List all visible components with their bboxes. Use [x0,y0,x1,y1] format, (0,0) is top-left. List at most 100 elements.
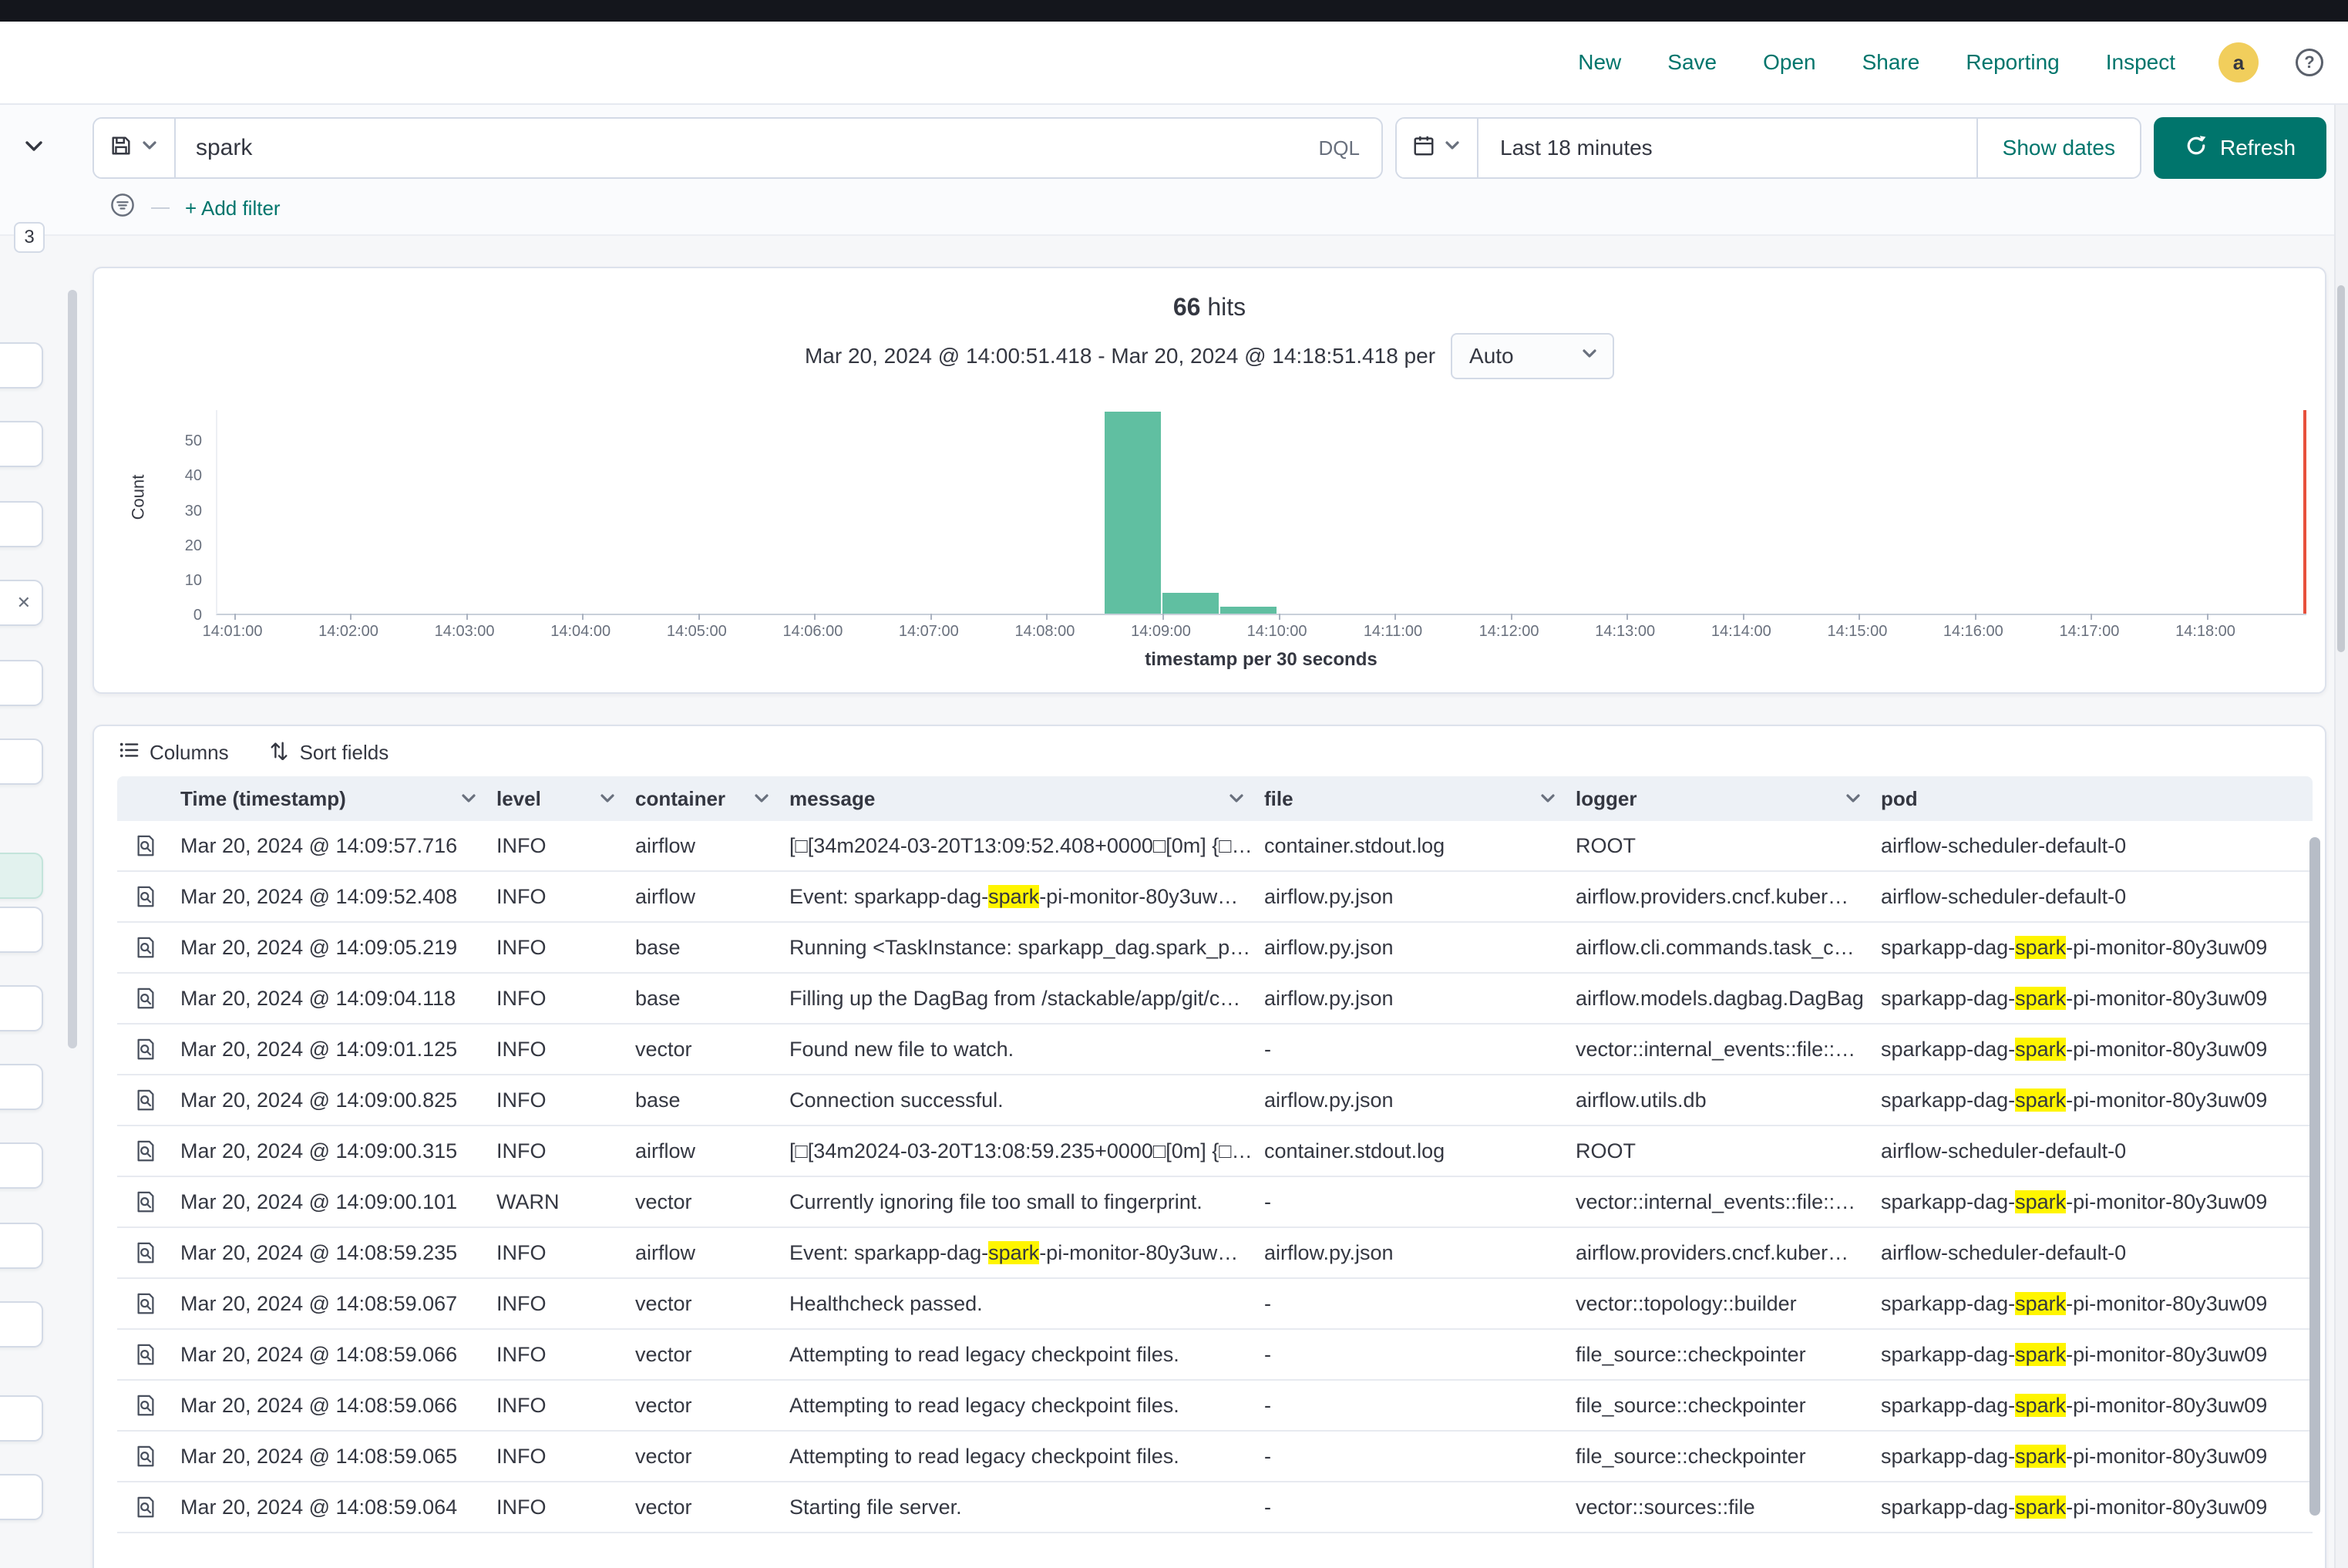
cell-time: Mar 20, 2024 @ 14:09:04.118 [174,987,490,1011]
filter-icon[interactable] [109,192,136,224]
y-axis-ticks: 01020304050 [94,410,216,615]
sort-fields-button[interactable]: Sort fields [269,740,389,765]
sidebar-scrollbar[interactable] [68,290,77,1048]
date-picker-button[interactable] [1397,119,1478,177]
field-item-peek[interactable] [0,1064,43,1110]
collapse-sidebar-button[interactable] [17,130,51,163]
inspect-document-button[interactable] [131,984,160,1013]
time-range-label[interactable]: Last 18 minutes [1478,119,1976,177]
nav-save[interactable]: Save [1667,50,1717,75]
cell-time: Mar 20, 2024 @ 14:09:52.408 [174,885,490,909]
cell-time: Mar 20, 2024 @ 14:08:59.067 [174,1292,490,1316]
column-header-time-timestamp[interactable]: Time (timestamp) [174,787,490,811]
histogram-bar[interactable] [1162,593,1219,614]
field-item-peek[interactable] [0,739,43,785]
cell-pod: sparkapp-dag-spark-pi-monitor-80y3uw09 [1875,1190,2313,1214]
log-table-body: Mar 20, 2024 @ 14:09:57.716INFOairflow[□… [117,821,2313,1533]
search-highlight: spark [2015,1343,2066,1366]
refresh-button[interactable]: Refresh [2154,117,2326,179]
cell-logger: vector::topology::builder [1569,1292,1875,1316]
cell-level: INFO [490,1394,629,1418]
field-item-peek[interactable] [0,1142,43,1189]
field-item-peek[interactable] [0,342,43,389]
field-item-peek[interactable] [0,1223,43,1269]
cell-pod: sparkapp-dag-spark-pi-monitor-80y3uw09 [1875,1496,2313,1519]
cell-logger: file_source::checkpointer [1569,1343,1875,1367]
inspect-document-button[interactable] [131,1238,160,1267]
page-scrollbar-thumb[interactable] [2337,285,2345,652]
field-item-peek[interactable] [0,1301,43,1348]
chevron-down-icon [22,134,46,159]
inspect-document-button[interactable] [131,1340,160,1369]
histogram-bar[interactable] [1105,412,1161,614]
field-item-peek[interactable]: ✕ [0,580,43,626]
inspect-document-button[interactable] [131,1391,160,1420]
cell-file: container.stdout.log [1258,834,1569,858]
cell-file: - [1258,1038,1569,1062]
search-highlight: spark [2015,936,2066,959]
user-avatar[interactable]: a [2218,42,2259,82]
nav-share[interactable]: Share [1862,50,1920,75]
cell-message: Event: sparkapp-dag-spark-pi-monitor-80y… [783,1241,1258,1265]
close-icon[interactable]: ✕ [17,593,31,613]
cell-message: Attempting to read legacy checkpoint fil… [783,1445,1258,1469]
y-axis-tick-label: 20 [185,538,202,554]
field-item-peek[interactable] [0,501,43,547]
nav-new[interactable]: New [1578,50,1621,75]
nav-open[interactable]: Open [1763,50,1816,75]
cell-pod: airflow-scheduler-default-0 [1875,1139,2313,1163]
field-item-peek[interactable] [0,1474,43,1520]
cell-level: INFO [490,1089,629,1112]
inspect-document-button[interactable] [131,1442,160,1471]
show-dates-button[interactable]: Show dates [1976,119,2140,177]
header-nav: New Save Open Share Reporting Inspect [1578,50,2175,75]
x-axis-tick-label: 14:16:00 [1943,623,2003,641]
column-header-level[interactable]: level [490,787,629,811]
inspect-document-button[interactable] [131,1035,160,1064]
chevron-down-icon [1539,789,1557,808]
columns-button[interactable]: Columns [119,740,229,765]
cell-pod: sparkapp-dag-spark-pi-monitor-80y3uw09 [1875,1394,2313,1418]
search-row: DQL Last 18 minutes Show dates Refresh [0,105,2348,188]
field-item-peek[interactable] [0,660,43,706]
nav-reporting[interactable]: Reporting [1966,50,2059,75]
table-row: Mar 20, 2024 @ 14:08:59.065INFOvectorAtt… [117,1432,2313,1482]
saved-queries-button[interactable] [94,119,176,177]
field-item-peek[interactable] [0,1395,43,1442]
selected-fields-badge[interactable]: 3 [14,222,45,253]
column-header-container[interactable]: container [629,787,783,811]
inspect-document-button[interactable] [131,1136,160,1166]
nav-inspect[interactable]: Inspect [2106,50,2175,75]
help-icon[interactable]: ? [2296,49,2323,76]
inspect-document-button[interactable] [131,1289,160,1318]
cell-level: WARN [490,1190,629,1214]
histogram-plot[interactable] [216,410,2306,615]
field-item-peek[interactable] [0,907,43,953]
inspect-document-button[interactable] [131,1085,160,1115]
add-filter-button[interactable]: + Add filter [185,197,281,220]
x-axis-tick-label: 14:03:00 [435,623,495,641]
table-scrollbar[interactable] [2309,837,2320,1516]
search-input[interactable] [176,119,1297,177]
cell-logger: airflow.providers.cncf.kuber… [1569,1241,1875,1265]
column-header-logger[interactable]: logger [1569,787,1875,811]
x-axis-tick-label: 14:07:00 [899,623,959,641]
field-item-peek[interactable] [0,421,43,467]
field-item-peek[interactable] [0,853,43,899]
histogram-bar[interactable] [1220,607,1277,614]
column-header-message[interactable]: message [783,787,1258,811]
inspect-document-button[interactable] [131,831,160,860]
interval-select[interactable]: Auto [1451,333,1614,379]
cell-file: - [1258,1190,1569,1214]
cell-time: Mar 20, 2024 @ 14:08:59.064 [174,1496,490,1519]
column-header-file[interactable]: file [1258,787,1569,811]
query-language-button[interactable]: DQL [1297,119,1381,177]
inspect-document-button[interactable] [131,882,160,911]
inspect-document-button[interactable] [131,933,160,962]
column-header-pod[interactable]: pod [1875,787,2313,811]
inspect-document-icon [134,1445,157,1468]
y-axis-tick-label: 50 [185,433,202,449]
inspect-document-button[interactable] [131,1187,160,1216]
field-item-peek[interactable] [0,985,43,1031]
inspect-document-button[interactable] [131,1492,160,1522]
